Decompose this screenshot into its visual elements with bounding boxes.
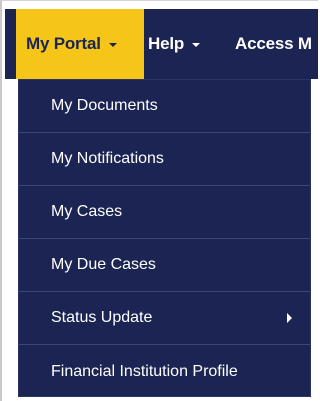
my-portal-dropdown: My Documents My Notifications My Cases M…: [18, 79, 311, 397]
nav-help-label: Help: [148, 34, 185, 53]
menu-item-label: My Due Cases: [51, 256, 156, 273]
caret-down-icon: [108, 43, 117, 47]
caret-down-icon: [192, 43, 201, 47]
top-navbar: My Portal Help Access M: [5, 9, 318, 79]
nav-access[interactable]: Access M: [231, 9, 312, 79]
bottom-strip: [2, 397, 318, 401]
menu-item-my-notifications[interactable]: My Notifications: [19, 133, 310, 186]
menu-item-my-cases[interactable]: My Cases: [19, 186, 310, 239]
menu-item-label: My Documents: [51, 97, 158, 114]
menu-item-status-update[interactable]: Status Update: [19, 292, 310, 345]
nav-help[interactable]: Help: [144, 9, 201, 79]
menu-item-financial-institution-profile[interactable]: Financial Institution Profile: [19, 345, 310, 398]
menu-item-label: Status Update: [51, 309, 153, 326]
nav-access-label: Access M: [235, 34, 312, 53]
menu-item-my-documents[interactable]: My Documents: [19, 80, 310, 133]
chevron-right-icon: [287, 313, 292, 323]
menu-item-label: My Cases: [51, 203, 123, 220]
menu-item-my-due-cases[interactable]: My Due Cases: [19, 239, 310, 292]
menu-item-label: My Notifications: [51, 150, 164, 167]
menu-item-label: Financial Institution Profile: [51, 362, 238, 380]
nav-my-portal[interactable]: My Portal: [16, 9, 144, 79]
nav-my-portal-label: My Portal: [26, 34, 101, 53]
